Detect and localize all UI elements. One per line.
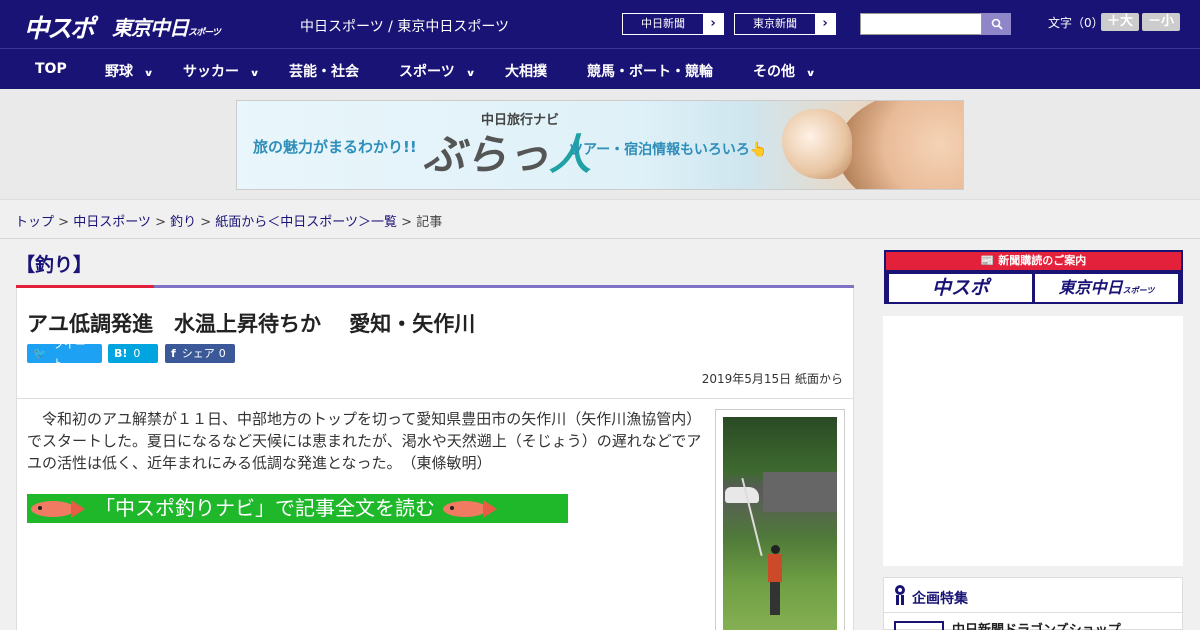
nav-label: TOP xyxy=(35,61,67,77)
banner-area: 旅の魅力がまるわかり!! 中日旅行ナビ ぶらっ人 ツアー・宿泊情報もいろいろ👆 xyxy=(0,89,1200,200)
font-size-label: 文字（0） xyxy=(1048,16,1104,30)
award-ribbon-icon xyxy=(894,585,906,605)
nav-item-baseball[interactable]: 野球 ∨ xyxy=(105,61,154,81)
chunichi-shimbun-label: 中日新聞 xyxy=(641,17,685,30)
breadcrumb-sep: > xyxy=(397,215,417,230)
chevron-down-icon: ∨ xyxy=(465,69,476,79)
breadcrumb-fishing[interactable]: 釣り xyxy=(170,215,196,230)
banner-shell-image xyxy=(782,109,852,179)
article-divider xyxy=(17,398,853,399)
main-nav: TOP 野球 ∨ サッカー ∨ 芸能・社会 スポーツ ∨ 大相撲 競馬・ボート・競輪 … xyxy=(0,48,1200,89)
breadcrumb-top[interactable]: トップ xyxy=(15,215,54,230)
banner-model-image xyxy=(837,101,963,189)
sidebar-ad-slot xyxy=(883,316,1183,566)
nav-label: スポーツ xyxy=(399,64,455,80)
nav-item-entertainment[interactable]: 芸能・社会 xyxy=(289,61,359,81)
logo-part: ぶらっ xyxy=(423,130,550,179)
angler-photo xyxy=(723,417,837,630)
travel-navi-banner[interactable]: 旅の魅力がまるわかり!! 中日旅行ナビ ぶらっ人 ツアー・宿泊情報もいろいろ👆 xyxy=(236,100,964,190)
article-date: 2019年5月15日 紙面から xyxy=(701,372,843,386)
sea-bream-icon xyxy=(443,498,499,520)
fishing-navi-link[interactable]: 「中スポ釣りナビ」で記事全文を読む xyxy=(27,494,568,523)
tokyo-shimbun-label: 東京新聞 xyxy=(753,17,797,30)
category-heading: 【釣り】 xyxy=(16,254,93,276)
subscription-ad[interactable]: 📰 新聞購読のご案内 中スポ 東京中日スポーツ xyxy=(884,250,1183,304)
hatena-count: 0 xyxy=(133,347,141,360)
hatena-bookmark-button[interactable]: B! 0 xyxy=(108,344,158,363)
fishing-navi-label: 「中スポ釣りナビ」で記事全文を読む xyxy=(95,496,435,520)
facebook-label: シェア xyxy=(181,347,215,360)
nav-item-soccer[interactable]: サッカー ∨ xyxy=(183,61,260,81)
search-input[interactable] xyxy=(860,13,982,35)
photo-car xyxy=(725,487,759,503)
subscription-ad-header: 📰 新聞購読のご案内 xyxy=(886,252,1181,270)
chusupo-logo[interactable]: 中スポ xyxy=(24,9,95,45)
sea-bream-icon xyxy=(31,498,87,520)
chevron-down-icon: ∨ xyxy=(143,69,154,79)
tokyo-logo-sub: スポーツ xyxy=(188,28,221,38)
tweet-button[interactable]: 🐦 ツイート xyxy=(27,338,102,370)
feature-section: 企画特集 中日新聞ドラゴンズショップ xyxy=(883,577,1183,630)
facebook-count: 0 xyxy=(218,347,226,360)
feature-thumbnail[interactable] xyxy=(894,621,944,630)
font-larger-button[interactable]: ＋大 xyxy=(1101,13,1139,31)
breadcrumb-current: 記事 xyxy=(416,215,443,230)
feature-heading: 企画特集 xyxy=(912,591,968,607)
breadcrumb-sep: > xyxy=(196,215,216,230)
banner-lead-text: 旅の魅力がまるわかり!! xyxy=(253,138,417,156)
nav-label: 大相撲 xyxy=(505,64,547,80)
tweet-label: ツイート xyxy=(52,337,86,370)
nav-label: その他 xyxy=(753,64,795,80)
facebook-share-button[interactable]: f シェア 0 xyxy=(165,344,235,363)
breadcrumb-chunichi-sports[interactable]: 中日スポーツ xyxy=(73,215,151,230)
banner-tail-text: ツアー・宿泊情報もいろいろ👆 xyxy=(569,142,768,158)
tokyo-shimbun-button[interactable]: 東京新聞 › xyxy=(734,13,836,35)
photo-wall xyxy=(763,472,837,512)
chevron-down-icon: ∨ xyxy=(249,69,260,79)
hatena-icon: B! xyxy=(114,347,128,360)
breadcrumb: トップ > 中日スポーツ > 釣り > 紙面から＜中日スポーツ＞一覧 > 記事 xyxy=(15,211,442,230)
feature-item-dragons-shop[interactable]: 中日新聞ドラゴンズショップ xyxy=(952,619,1121,630)
breadcrumb-list[interactable]: 紙面から＜中日スポーツ＞一覧 xyxy=(215,215,397,230)
divider xyxy=(0,238,1200,239)
facebook-icon: f xyxy=(171,347,176,360)
nav-label: サッカー xyxy=(183,64,239,80)
chevron-down-icon: ∨ xyxy=(805,69,816,79)
nav-item-racing[interactable]: 競馬・ボート・競輪 xyxy=(587,61,713,81)
subscribe-chusupo[interactable]: 中スポ xyxy=(889,274,1032,302)
nav-label: 競馬・ボート・競輪 xyxy=(587,64,713,80)
breadcrumb-sep: > xyxy=(150,215,171,230)
feature-divider xyxy=(884,612,1182,613)
article-photo[interactable] xyxy=(715,409,845,630)
twitter-icon: 🐦 xyxy=(33,347,47,360)
search-icon xyxy=(991,18,1003,30)
chunichi-shimbun-button[interactable]: 中日新聞 › xyxy=(622,13,724,35)
article: アユ低調発進 水温上昇待ちか 愛知・矢作川 🐦 ツイート B! 0 f シェア … xyxy=(16,288,854,630)
article-body: 令和初のアユ解禁が１１日、中部地方のトップを切って愛知県豊田市の矢作川（矢作川漁… xyxy=(27,410,702,472)
search-button[interactable] xyxy=(982,13,1011,35)
nav-label: 野球 xyxy=(105,64,133,80)
tokyo-chunichi-label: 東京中日 xyxy=(1058,278,1123,297)
site-links[interactable]: 中日スポーツ / 東京中日スポーツ xyxy=(300,16,509,36)
chevron-right-icon: › xyxy=(815,14,835,34)
nav-item-top[interactable]: TOP xyxy=(35,61,67,77)
subscribe-tokyo-chunichi[interactable]: 東京中日スポーツ xyxy=(1035,274,1178,302)
chevron-right-icon: › xyxy=(703,14,723,34)
photo-angler xyxy=(767,545,783,615)
tokyo-chunichi-logo[interactable]: 東京中日スポーツ xyxy=(112,12,221,41)
nav-item-sports[interactable]: スポーツ ∨ xyxy=(399,61,476,81)
breadcrumb-sep: > xyxy=(54,215,74,230)
tokyo-chunichi-sub: スポーツ xyxy=(1122,286,1155,295)
tokyo-logo-main: 東京中日 xyxy=(112,16,189,40)
font-smaller-button[interactable]: －小 xyxy=(1142,13,1180,31)
article-title: アユ低調発進 水温上昇待ちか 愛知・矢作川 xyxy=(27,312,476,336)
top-header: 中スポ 東京中日スポーツ 中日スポーツ / 東京中日スポーツ 中日新聞 › 東京… xyxy=(0,0,1200,48)
nav-item-sumo[interactable]: 大相撲 xyxy=(505,61,547,81)
nav-label: 芸能・社会 xyxy=(289,64,359,80)
burattobito-logo: ぶらっ人 xyxy=(423,121,591,182)
nav-item-others[interactable]: その他 ∨ xyxy=(753,61,816,81)
